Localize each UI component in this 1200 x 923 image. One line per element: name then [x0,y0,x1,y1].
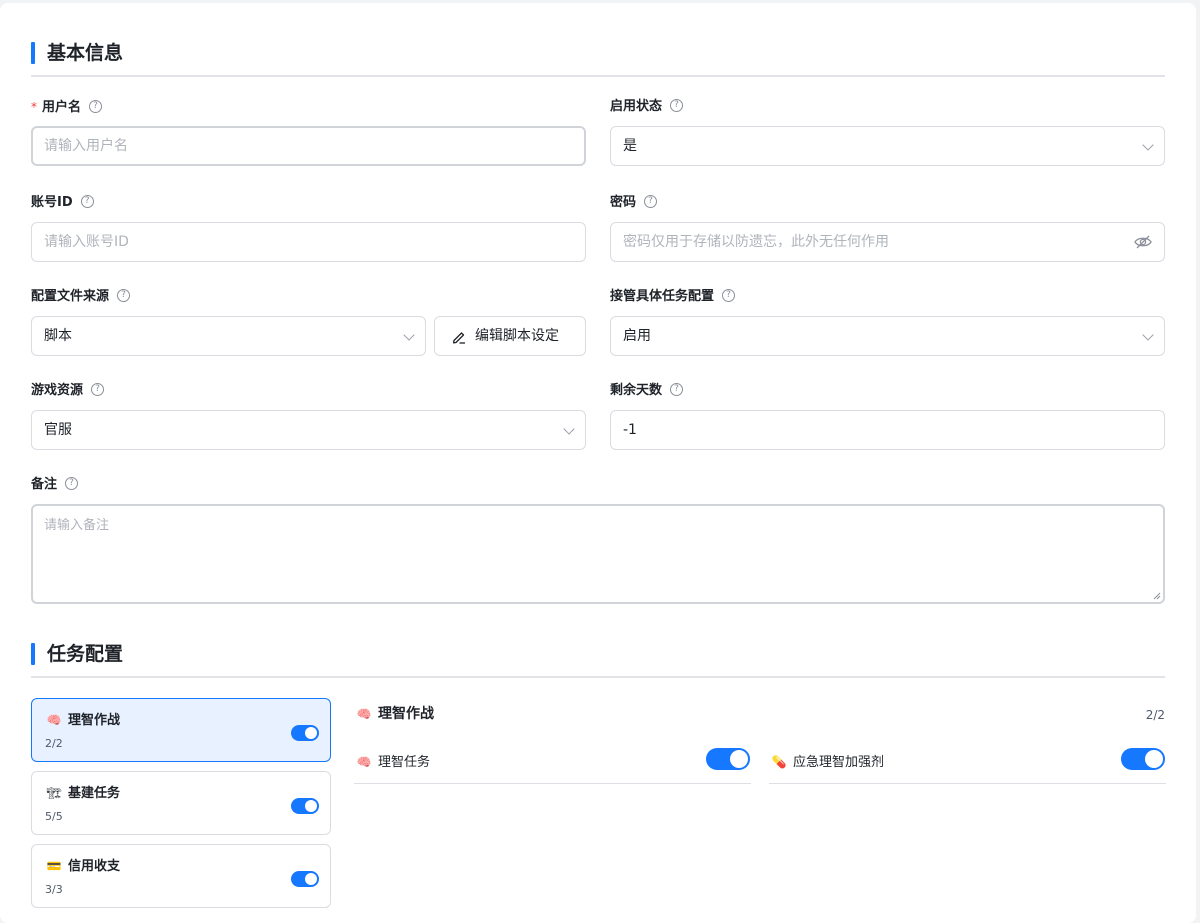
help-icon[interactable]: ? [670,383,684,396]
task-card-count: 5/5 [45,810,63,823]
username-placeholder: 请输入用户名 [44,138,128,154]
username-label: * 用户名? [31,98,103,117]
game-resource-select[interactable]: 官服 [31,410,586,450]
username-label-text: 用户名 [42,100,82,115]
section-accent-bar [31,42,35,64]
task-card-count: 2/2 [45,737,63,750]
account-form-card: 基本信息 * 用户名? 请输入用户名 启用状态? 是 账号ID? 请输入账号ID … [0,3,1196,923]
takeover-config-label-text: 接管具体任务配置 [610,289,715,304]
remarks-textarea[interactable]: 请输入备注 [31,504,1165,604]
help-icon[interactable]: ? [117,289,131,302]
account-id-placeholder: 请输入账号ID [44,234,129,250]
task-toggle-switch[interactable] [291,871,319,887]
sub-task-name: 应急理智加强剂 [793,755,885,770]
help-icon[interactable]: ? [670,99,684,112]
resize-handle-icon[interactable] [1153,592,1161,600]
remaining-days-value: -1 [623,422,637,438]
credit-card-icon: 💳 [46,859,62,873]
config-source-select[interactable]: 脚本 [31,316,426,356]
chevron-down-icon [403,329,415,341]
task-toggle-switch[interactable] [291,725,319,741]
account-id-label: 账号ID? [31,194,94,212]
help-icon[interactable]: ? [91,383,105,396]
password-placeholder: 密码仅用于存储以防遗忘，此外无任何作用 [623,234,889,250]
sub-task-name: 理智任务 [378,755,431,770]
task-card-count: 3/3 [45,883,63,896]
section-title: 基本信息 [47,42,124,64]
edit-pencil-icon [452,332,465,344]
chevron-down-icon [1142,329,1154,341]
task-config-section-header: 任务配置 [31,640,1165,678]
enabled-status-select[interactable]: 是 [610,126,1165,166]
chevron-down-icon [563,423,575,435]
task-card-title: 💳 信用收支 [46,857,121,876]
section-title: 任务配置 [47,643,124,665]
password-input[interactable]: 密码仅用于存储以防遗忘，此外无任何作用 [610,222,1165,262]
sub-task-label: 💊 应急理智加强剂 [771,753,885,772]
takeover-config-label: 接管具体任务配置? [610,288,736,306]
task-card-credit[interactable]: 💳 信用收支 3/3 [31,844,331,908]
password-label-text: 密码 [610,195,637,210]
config-source-value: 脚本 [44,328,72,344]
pill-icon: 💊 [771,755,787,769]
task-card-title: 🧠 理智作战 [46,711,121,730]
chevron-down-icon [1142,139,1154,151]
username-input[interactable]: 请输入用户名 [31,126,586,166]
remarks-placeholder: 请输入备注 [44,518,110,533]
account-id-label-text: 账号ID [31,195,73,210]
edit-script-settings-label: 编辑脚本设定 [475,328,559,344]
detail-count: 2/2 [1145,708,1165,722]
brain-icon: 🧠 [46,713,62,727]
detail-title: 🧠 理智作战 [356,705,434,723]
task-card-title: 🏗 基建任务 [46,784,120,803]
config-source-label: 配置文件来源? [31,288,131,306]
detail-title-text: 理智作战 [378,706,434,722]
sub-task-toggle-switch[interactable] [706,748,750,770]
sub-task-emergency-sanity: 💊 应急理智加强剂 [769,743,1166,784]
remarks-label: 备注? [31,476,79,494]
basic-info-section-header: 基本信息 [31,39,1165,77]
enabled-status-label-text: 启用状态 [610,99,663,114]
section-accent-bar [31,643,35,665]
help-icon[interactable]: ? [65,477,79,490]
task-card-sanity-battle[interactable]: 🧠 理智作战 2/2 [31,698,331,762]
building-icon: 🏗 [46,786,62,800]
help-icon[interactable]: ? [722,289,736,302]
task-toggle-switch[interactable] [291,798,319,814]
task-card-name: 信用收支 [68,859,121,874]
config-source-label-text: 配置文件来源 [31,289,110,304]
enabled-status-label: 启用状态? [610,98,684,116]
help-icon[interactable]: ? [644,195,658,208]
remaining-days-label-text: 剩余天数 [610,383,663,398]
sub-task-label: 🧠 理智任务 [356,753,431,772]
edit-script-settings-button[interactable]: 编辑脚本设定 [434,316,586,356]
remaining-days-label: 剩余天数? [610,382,684,400]
task-card-name: 理智作战 [68,713,121,728]
brain-icon: 🧠 [356,755,372,769]
help-icon[interactable]: ? [80,195,94,208]
sub-task-toggle-switch[interactable] [1121,748,1165,770]
task-card-name: 基建任务 [68,786,121,801]
password-label: 密码? [610,194,658,212]
help-icon[interactable]: ? [89,100,103,113]
takeover-config-value: 启用 [623,328,651,344]
brain-icon: 🧠 [356,707,372,721]
eye-slash-icon[interactable] [1134,234,1152,250]
game-resource-label: 游戏资源? [31,382,105,400]
task-card-infrastructure[interactable]: 🏗 基建任务 5/5 [31,771,331,835]
sub-task-sanity-task: 🧠 理智任务 [354,743,751,784]
required-mark: * [31,100,37,114]
account-id-input[interactable]: 请输入账号ID [31,222,586,262]
remarks-label-text: 备注 [31,477,58,492]
enabled-status-value: 是 [623,138,637,154]
game-resource-label-text: 游戏资源 [31,383,84,398]
takeover-config-select[interactable]: 启用 [610,316,1165,356]
remaining-days-input[interactable]: -1 [610,410,1165,450]
game-resource-value: 官服 [44,422,72,438]
